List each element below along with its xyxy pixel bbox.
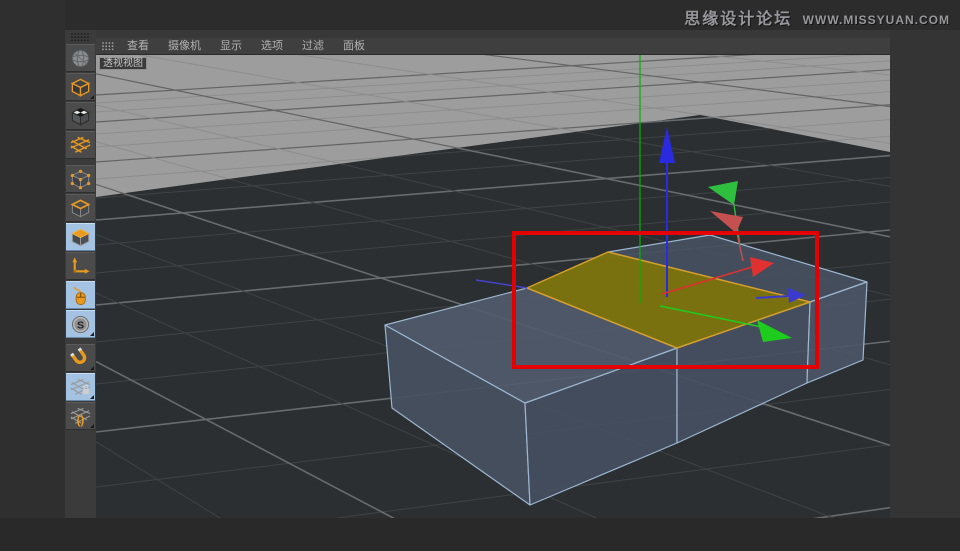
viewport-name-label[interactable]: 透视视图 [99,57,147,70]
make-editable-icon [71,49,90,67]
menu-item-4[interactable]: 选项 [255,38,289,55]
desktop-left-band [0,0,65,551]
window-bottom-band [0,518,960,551]
menu-item-6[interactable]: 面板 [337,38,371,55]
tool-make-editable-button[interactable] [66,44,95,72]
texture-mode-icon [71,107,90,126]
screenshot-stage: 思缘设计论坛 WWW.MISSYUAN.COM 查看 摄像机 显示 选项 过滤 面板 S (… [0,0,960,551]
viewport-canvas[interactable] [96,55,890,518]
tool-magnet-snap-button[interactable] [66,344,95,372]
tool-model-mode-button[interactable] [66,73,95,101]
watermark-site-name: 思缘设计论坛 [684,11,793,28]
menu-item-5[interactable]: 过滤 [296,38,330,55]
tool-edges-mode-button[interactable] [66,194,95,222]
tool-polygons-mode-button[interactable] [66,223,95,251]
tool-axis-mode-button[interactable] [66,252,95,280]
model-mode-icon [70,78,91,97]
workplane-grid-icon: () [70,407,91,427]
polygons-mode-icon [71,228,90,246]
menu-item-1[interactable]: 查看 [121,38,155,55]
window-right-band [890,30,960,518]
tool-workplane-mode-button[interactable] [66,131,95,159]
tool-tweak-mode-button[interactable] [66,281,95,309]
tool-texture-mode-button[interactable] [66,102,95,130]
watermark-site-url: WWW.MISSYUAN.COM [802,13,950,27]
tweak-mode-icon [73,286,86,305]
tool-lock-workplane-button[interactable] [66,373,95,401]
points-mode-icon [70,169,91,189]
edges-mode-icon [70,198,91,217]
svg-text:S: S [77,319,84,331]
toolbar-grip-icon[interactable] [70,32,92,43]
viewport-menubar: 查看 摄像机 显示 选项 过滤 面板 [96,38,890,55]
tool-snap-mode-button[interactable]: S [66,310,95,338]
perspective-viewport[interactable] [96,55,890,518]
svg-text:(): () [77,415,85,427]
axis-mode-icon [72,256,90,274]
watermark: 思缘设计论坛 WWW.MISSYUAN.COM [684,5,950,29]
snap-mode-icon: S [71,315,90,333]
workplane-mode-icon [70,136,91,153]
menu-item-2[interactable]: 摄像机 [162,38,207,55]
magnet-snap-icon [70,346,87,364]
lock-workplane-icon [70,378,91,395]
mode-toolbar: S () [65,30,96,518]
tool-workplane-grid-button[interactable]: () [66,402,95,430]
menubar-grip-icon[interactable] [101,41,117,52]
menu-item-3[interactable]: 显示 [214,38,248,55]
tool-points-mode-button[interactable] [66,165,95,193]
